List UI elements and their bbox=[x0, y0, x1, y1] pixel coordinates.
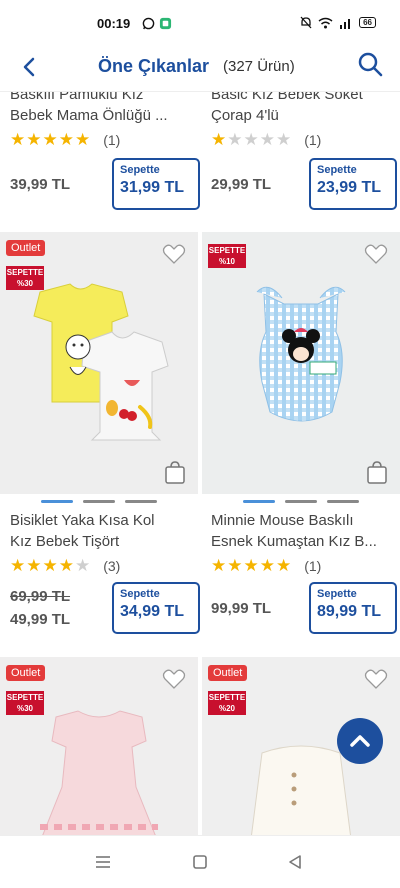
product-card[interactable]: Bisiklet Yaka Kısa Kol Kız Bebek Tişört … bbox=[10, 510, 208, 634]
whatsapp-icon bbox=[142, 17, 155, 30]
product-image-swimsuit[interactable]: SEPETTE %10 bbox=[202, 232, 400, 494]
signal-icon bbox=[340, 18, 351, 29]
page-title: Öne Çıkanlar bbox=[98, 56, 210, 76]
wifi-icon bbox=[318, 17, 333, 28]
price-row: 69,99 TL 49,99 TL Sepette 34,99 TL bbox=[10, 582, 208, 634]
price: 99,99 TL bbox=[211, 599, 272, 617]
status-right-icons: 66 bbox=[300, 16, 376, 29]
product-image-tshirt[interactable]: Outlet SEPETTE %30 bbox=[0, 232, 198, 494]
battery-indicator: 66 bbox=[359, 17, 376, 28]
search-icon[interactable] bbox=[356, 50, 384, 78]
status-time: 00:19 bbox=[97, 16, 131, 31]
product-name: Basic Kız Bebek Soket Çorap 4'lü bbox=[211, 92, 363, 124]
list-price: 69,99 TL bbox=[10, 588, 71, 605]
price-column: 69,99 TL 49,99 TL bbox=[10, 588, 70, 628]
sepette-label: Sepette bbox=[317, 588, 357, 600]
sepette-price: 31,99 TL bbox=[120, 179, 185, 196]
sepette-price-box: Sepette 34,99 TL bbox=[112, 582, 200, 634]
rating: ★★★★★ (1) bbox=[10, 130, 208, 150]
rating-count: (1) bbox=[304, 132, 322, 148]
product-name: Baskılı Pamuklu Kız Bebek Mama Önlüğü ..… bbox=[10, 92, 168, 124]
product-image-dress[interactable]: Outlet SEPETTE %30 bbox=[0, 657, 198, 835]
price-row: 39,99 TL Sepette 31,99 TL bbox=[10, 158, 208, 210]
product-list[interactable]: Baskılı Pamuklu Kız Bebek Mama Önlüğü ..… bbox=[0, 92, 400, 835]
dress-illustration bbox=[40, 710, 158, 835]
shopping-bag-icon[interactable] bbox=[366, 460, 388, 484]
star-rating: ★★★★★ bbox=[10, 556, 92, 575]
carousel-dot[interactable] bbox=[125, 500, 157, 503]
rating-count: (1) bbox=[103, 132, 121, 148]
product-count: (327 Ürün) bbox=[223, 58, 295, 75]
sepette-label: Sepette bbox=[317, 164, 357, 176]
silent-bell-icon bbox=[300, 16, 312, 29]
price: 39,99 TL bbox=[10, 175, 71, 193]
product-card[interactable]: Minnie Mouse Baskılı Esnek Kumaştan Kız … bbox=[211, 510, 400, 634]
sepette-price: 34,99 TL bbox=[120, 603, 185, 620]
product-card[interactable]: Basic Kız Bebek Soket Çorap 4'lü ★★★★★ (… bbox=[211, 92, 400, 210]
sepette-price-box: Sepette 23,99 TL bbox=[309, 158, 397, 210]
page-header: Öne Çıkanlar (327 Ürün) bbox=[0, 40, 400, 92]
system-navigation-bar bbox=[0, 835, 400, 888]
back-arrow-icon[interactable] bbox=[18, 55, 42, 79]
sepette-price: 23,99 TL bbox=[317, 179, 382, 196]
price-row: 99,99 TL Sepette 89,99 TL bbox=[211, 582, 400, 634]
rating: ★★★★★ (1) bbox=[211, 130, 400, 150]
image-carousel-dots bbox=[243, 500, 359, 503]
star-rating: ★★★★★ bbox=[211, 130, 293, 149]
status-bar: 00:19 66 bbox=[0, 0, 400, 40]
shopping-bag-icon[interactable] bbox=[164, 460, 186, 484]
sepette-label: Sepette bbox=[120, 588, 160, 600]
sepette-price: 89,99 TL bbox=[317, 603, 382, 620]
rating: ★★★★★ (3) bbox=[10, 556, 208, 576]
sepette-price-box: Sepette 31,99 TL bbox=[112, 158, 200, 210]
rating-count: (3) bbox=[103, 558, 121, 574]
carousel-dot[interactable] bbox=[83, 500, 115, 503]
rating: ★★★★★ (1) bbox=[211, 556, 400, 576]
sepette-label: Sepette bbox=[120, 164, 160, 176]
rating-count: (1) bbox=[304, 558, 322, 574]
price: 49,99 TL bbox=[10, 611, 71, 628]
product-card[interactable]: Baskılı Pamuklu Kız Bebek Mama Önlüğü ..… bbox=[10, 92, 208, 210]
carousel-dot[interactable] bbox=[327, 500, 359, 503]
carousel-dot[interactable] bbox=[243, 500, 275, 503]
price: 29,99 TL bbox=[211, 175, 272, 193]
swimsuit-illustration bbox=[256, 286, 346, 422]
product-name: Minnie Mouse Baskılı Esnek Kumaştan Kız … bbox=[211, 512, 377, 550]
sepette-price-box: Sepette 89,99 TL bbox=[309, 582, 397, 634]
carousel-dot[interactable] bbox=[41, 500, 73, 503]
star-rating: ★★★★★ bbox=[211, 556, 293, 575]
menu-icon[interactable] bbox=[94, 854, 112, 870]
product-name: Bisiklet Yaka Kısa Kol Kız Bebek Tişört bbox=[10, 512, 155, 550]
chevron-up-icon bbox=[350, 735, 370, 747]
app-notification-icon bbox=[159, 17, 172, 30]
back-triangle-icon[interactable] bbox=[287, 854, 303, 870]
carousel-dot[interactable] bbox=[285, 500, 317, 503]
tshirt-illustration bbox=[33, 283, 169, 441]
home-square-icon[interactable] bbox=[192, 854, 208, 870]
status-left-icons bbox=[142, 17, 172, 30]
price-row: 29,99 TL Sepette 23,99 TL bbox=[211, 158, 400, 210]
star-rating: ★★★★★ bbox=[10, 130, 92, 149]
scroll-to-top-button[interactable] bbox=[337, 718, 383, 764]
image-carousel-dots bbox=[41, 500, 157, 503]
